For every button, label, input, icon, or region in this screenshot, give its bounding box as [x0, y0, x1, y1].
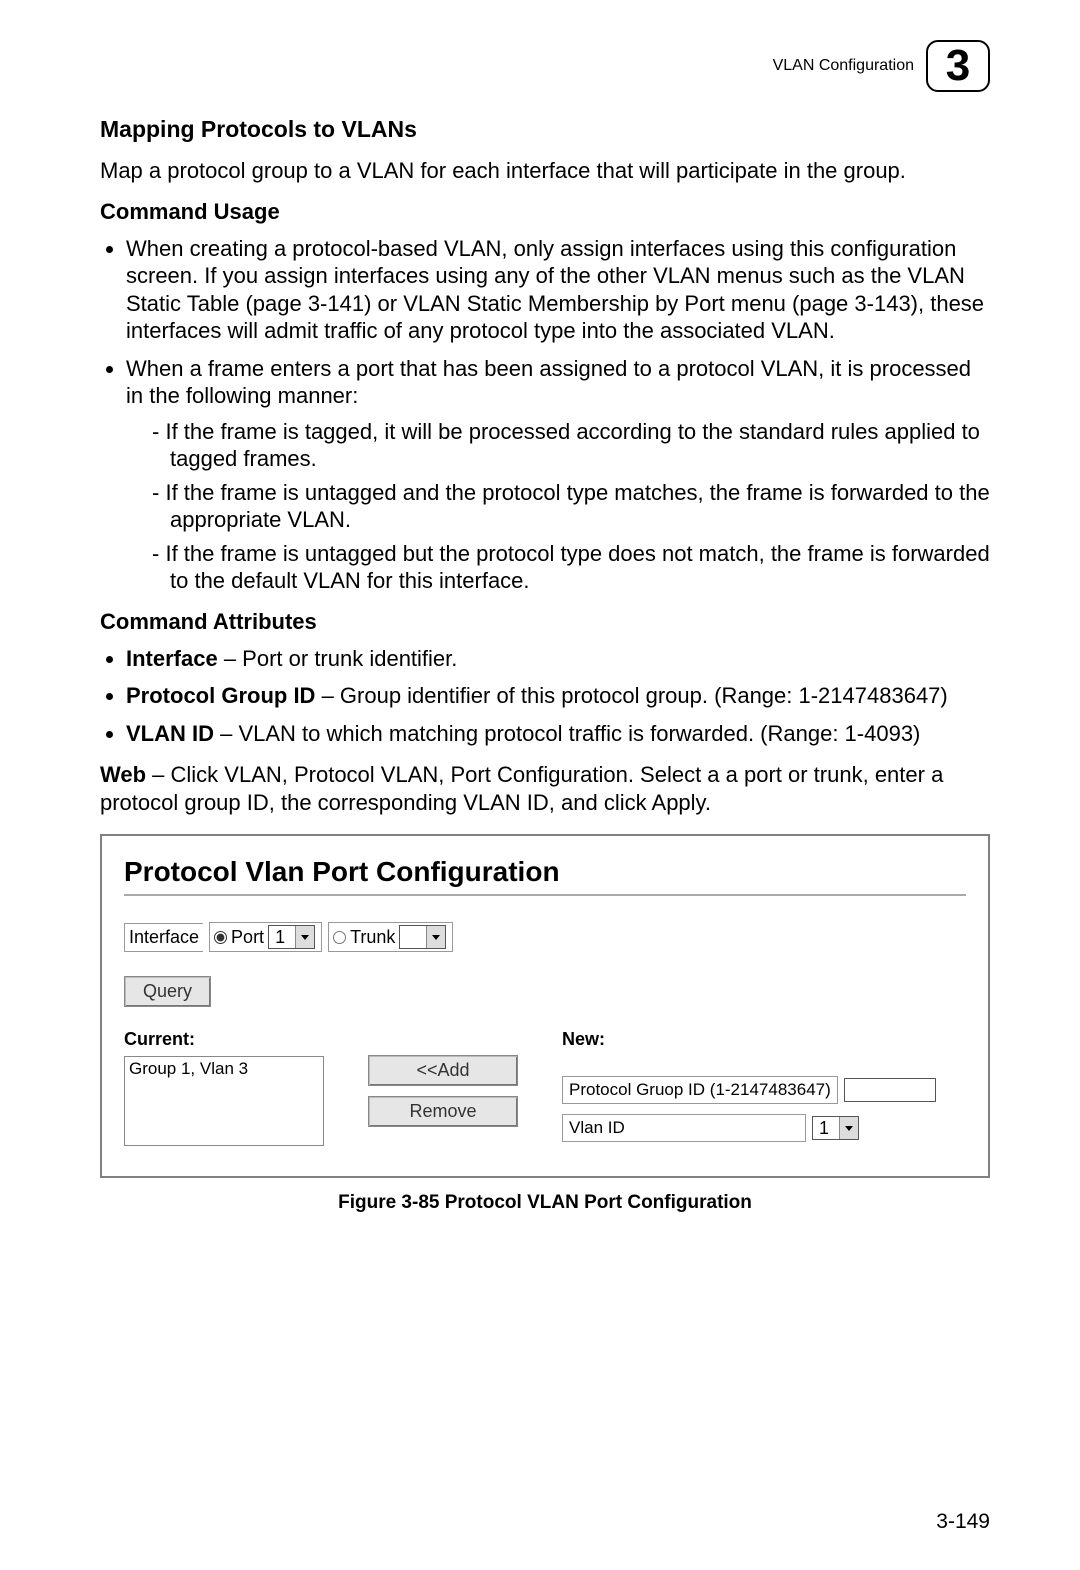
web-text: – Click VLAN, Protocol VLAN, Port Config…	[100, 762, 943, 815]
attr-vlanid: VLAN ID – VLAN to which matching protoco…	[126, 720, 990, 748]
usage-sub-1: If the frame is tagged, it will be proce…	[152, 418, 990, 473]
pgid-input[interactable]	[844, 1078, 936, 1102]
figure-caption: Figure 3-85 Protocol VLAN Port Configura…	[100, 1192, 990, 1214]
panel-separator	[124, 894, 966, 896]
command-usage-heading: Command Usage	[100, 199, 990, 225]
attr-interface: Interface – Port or trunk identifier.	[126, 645, 990, 673]
chevron-down-icon[interactable]	[839, 1117, 858, 1139]
trunk-dropdown[interactable]	[399, 925, 446, 949]
usage-sub-3: If the frame is untagged but the protoco…	[152, 540, 990, 595]
command-attributes-heading: Command Attributes	[100, 609, 990, 635]
trunk-radio-cell[interactable]: Trunk	[328, 922, 453, 952]
attr-pgid-desc: – Group identifier of this protocol grou…	[315, 683, 947, 708]
vlanid-dropdown-value: 1	[813, 1117, 839, 1139]
intro-paragraph: Map a protocol group to a VLAN for each …	[100, 157, 990, 185]
trunk-dropdown-value	[400, 926, 426, 948]
web-instructions: Web – Click VLAN, Protocol VLAN, Port Co…	[100, 761, 990, 816]
config-panel: Protocol Vlan Port Configuration Interfa…	[100, 834, 990, 1178]
attr-interface-name: Interface	[126, 646, 218, 671]
interface-label: Interface	[124, 923, 203, 952]
port-radio[interactable]	[214, 931, 227, 944]
trunk-radio-label: Trunk	[350, 927, 395, 948]
attr-pgid-name: Protocol Group ID	[126, 683, 315, 708]
port-radio-label: Port	[231, 927, 264, 948]
attr-vlan-desc: – VLAN to which matching protocol traffi…	[214, 721, 920, 746]
chapter-badge: 3	[926, 40, 990, 92]
usage-sub-2: If the frame is untagged and the protoco…	[152, 479, 990, 534]
chevron-down-icon[interactable]	[295, 926, 314, 948]
vlanid-dropdown[interactable]: 1	[812, 1116, 859, 1140]
usage-item-2: When a frame enters a port that has been…	[126, 355, 990, 595]
web-bold: Web	[100, 762, 146, 787]
panel-title: Protocol Vlan Port Configuration	[124, 856, 966, 888]
current-heading: Current:	[124, 1029, 324, 1050]
chevron-down-icon[interactable]	[426, 926, 445, 948]
list-item[interactable]: Group 1, Vlan 3	[129, 1059, 319, 1079]
doc-title: Mapping Protocols to VLANs	[100, 116, 990, 143]
vlanid-label: Vlan ID	[562, 1114, 806, 1142]
current-listbox[interactable]: Group 1, Vlan 3	[124, 1056, 324, 1146]
command-usage-list: When creating a protocol-based VLAN, onl…	[100, 235, 990, 595]
port-dropdown-value: 1	[269, 926, 295, 948]
add-button[interactable]: <<Add	[368, 1055, 518, 1086]
attr-interface-desc: – Port or trunk identifier.	[218, 646, 458, 671]
pgid-label: Protocol Gruop ID (1-2147483647)	[562, 1076, 838, 1104]
port-dropdown[interactable]: 1	[268, 925, 315, 949]
trunk-radio[interactable]	[333, 931, 346, 944]
page-header: VLAN Configuration 3	[100, 40, 990, 92]
usage-item-2-lead: When a frame enters a port that has been…	[126, 356, 971, 409]
page-number: 3-149	[936, 1510, 990, 1534]
command-attributes-list: Interface – Port or trunk identifier. Pr…	[100, 645, 990, 748]
usage-item-1: When creating a protocol-based VLAN, onl…	[126, 235, 990, 345]
port-radio-cell[interactable]: Port 1	[209, 922, 322, 952]
attr-pgid: Protocol Group ID – Group identifier of …	[126, 682, 990, 710]
section-title: VLAN Configuration	[773, 57, 914, 75]
usage-sublist: If the frame is tagged, it will be proce…	[126, 418, 990, 595]
interface-row: Interface Port 1 Trunk	[124, 922, 966, 952]
remove-button[interactable]: Remove	[368, 1096, 518, 1127]
new-heading: New:	[562, 1029, 966, 1050]
attr-vlan-name: VLAN ID	[126, 721, 214, 746]
query-button[interactable]: Query	[124, 976, 211, 1007]
